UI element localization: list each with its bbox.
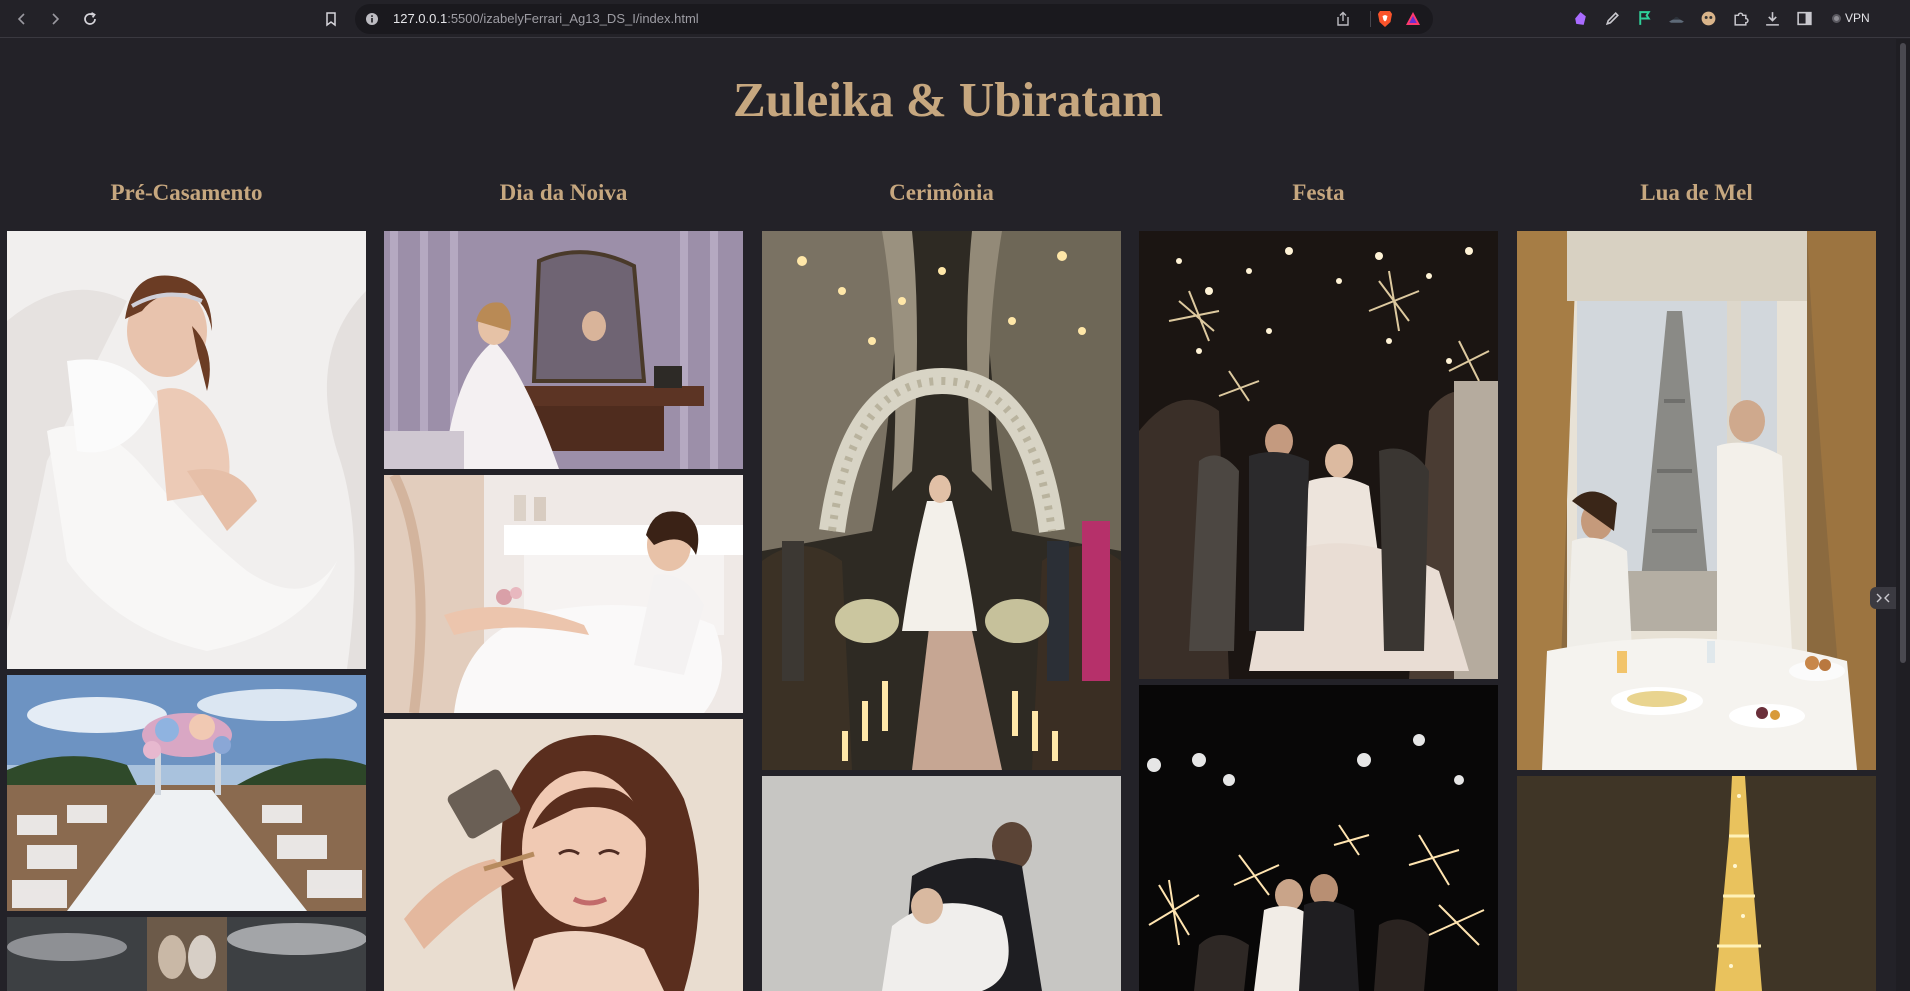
leo-ai-button[interactable] [1571,9,1589,27]
bookmark-button[interactable] [318,6,344,32]
brave-rewards-icon[interactable] [1405,11,1421,26]
forward-button[interactable] [42,6,68,32]
chevron-right-icon [52,13,60,25]
leo-ai-icon [1574,11,1586,25]
eiffel-tower-at-night-photo [1517,776,1876,991]
sparkler-send-off-photo [1139,231,1498,679]
collapse-sidebar-tab[interactable] [1870,587,1896,609]
brave-shields-icon[interactable] [1377,10,1393,28]
bride-makeup-application-photo [384,719,743,991]
page-viewport: Zuleika & Ubiratam Pré-Casamento Dia da … [0,39,1896,991]
reload-icon [84,12,96,25]
browser-toolbar: 127.0.0.1:5500/izabelyFerrari_Ag13_DS_I/… [0,0,1910,38]
url-text: 127.0.0.1:5500/izabelyFerrari_Ag13_DS_I/… [393,11,699,26]
extension-pen-button[interactable] [1603,9,1621,27]
address-bar[interactable]: 127.0.0.1:5500/izabelyFerrari_Ag13_DS_I/… [355,4,1433,34]
back-button[interactable] [9,6,35,32]
vpn-label: VPN [1845,11,1870,25]
column-title: Dia da Noiva [499,180,628,205]
flag-icon [1638,10,1651,25]
page-scrollbar[interactable] [1896,39,1910,991]
puzzle-icon [1733,11,1749,26]
vpn-status-icon [1832,13,1841,23]
share-icon[interactable] [1335,11,1351,27]
paris-balcony-breakfast-photo [1517,231,1876,770]
face-icon [1701,11,1715,25]
outdoor-aisle-with-floral-arch-photo [7,675,366,911]
hat-icon [1668,16,1684,23]
column-title: Festa [1292,180,1345,205]
scrollbar-thumb[interactable] [1900,43,1906,663]
downloads-button[interactable] [1763,9,1781,27]
page-title: Zuleika & Ubiratam [732,72,1164,127]
extension-flag-button[interactable] [1635,9,1653,27]
url-path: :5500/izabelyFerrari_Ag13_DS_I/index.htm… [447,11,699,26]
site-info-icon[interactable] [365,12,379,26]
couple-dancing-photo [762,776,1121,991]
column-title: Cerimônia [889,180,994,205]
collapse-arrows-icon [1876,593,1890,603]
candlelit-ceremony-aisle-photo [762,231,1121,770]
bookmark-icon [326,12,336,27]
column-title: Lua de Mel [1640,180,1753,205]
sidebar-icon [1796,11,1812,25]
bride-in-lace-robe-with-champagne-photo [384,475,743,713]
couple-kissing-with-sparklers-photo [1139,685,1498,991]
reload-button[interactable] [77,6,103,32]
sidebar-toggle-button[interactable] [1795,9,1813,27]
column-title: Pré-Casamento [110,180,263,205]
extension-face-button[interactable] [1699,9,1717,27]
extension-hat-button[interactable] [1667,9,1685,27]
address-separator [1370,11,1371,27]
pen-icon [1605,11,1619,25]
couple-on-pier-photo [7,917,366,991]
vpn-button[interactable]: VPN [1832,8,1870,28]
chevron-left-icon [17,13,25,25]
url-host: 127.0.0.1 [393,11,448,26]
bride-in-white-tulle-photo [7,231,366,669]
extensions-button[interactable] [1731,9,1749,27]
bride-at-vanity-mirror-photo [384,231,743,469]
download-icon [1765,11,1779,26]
